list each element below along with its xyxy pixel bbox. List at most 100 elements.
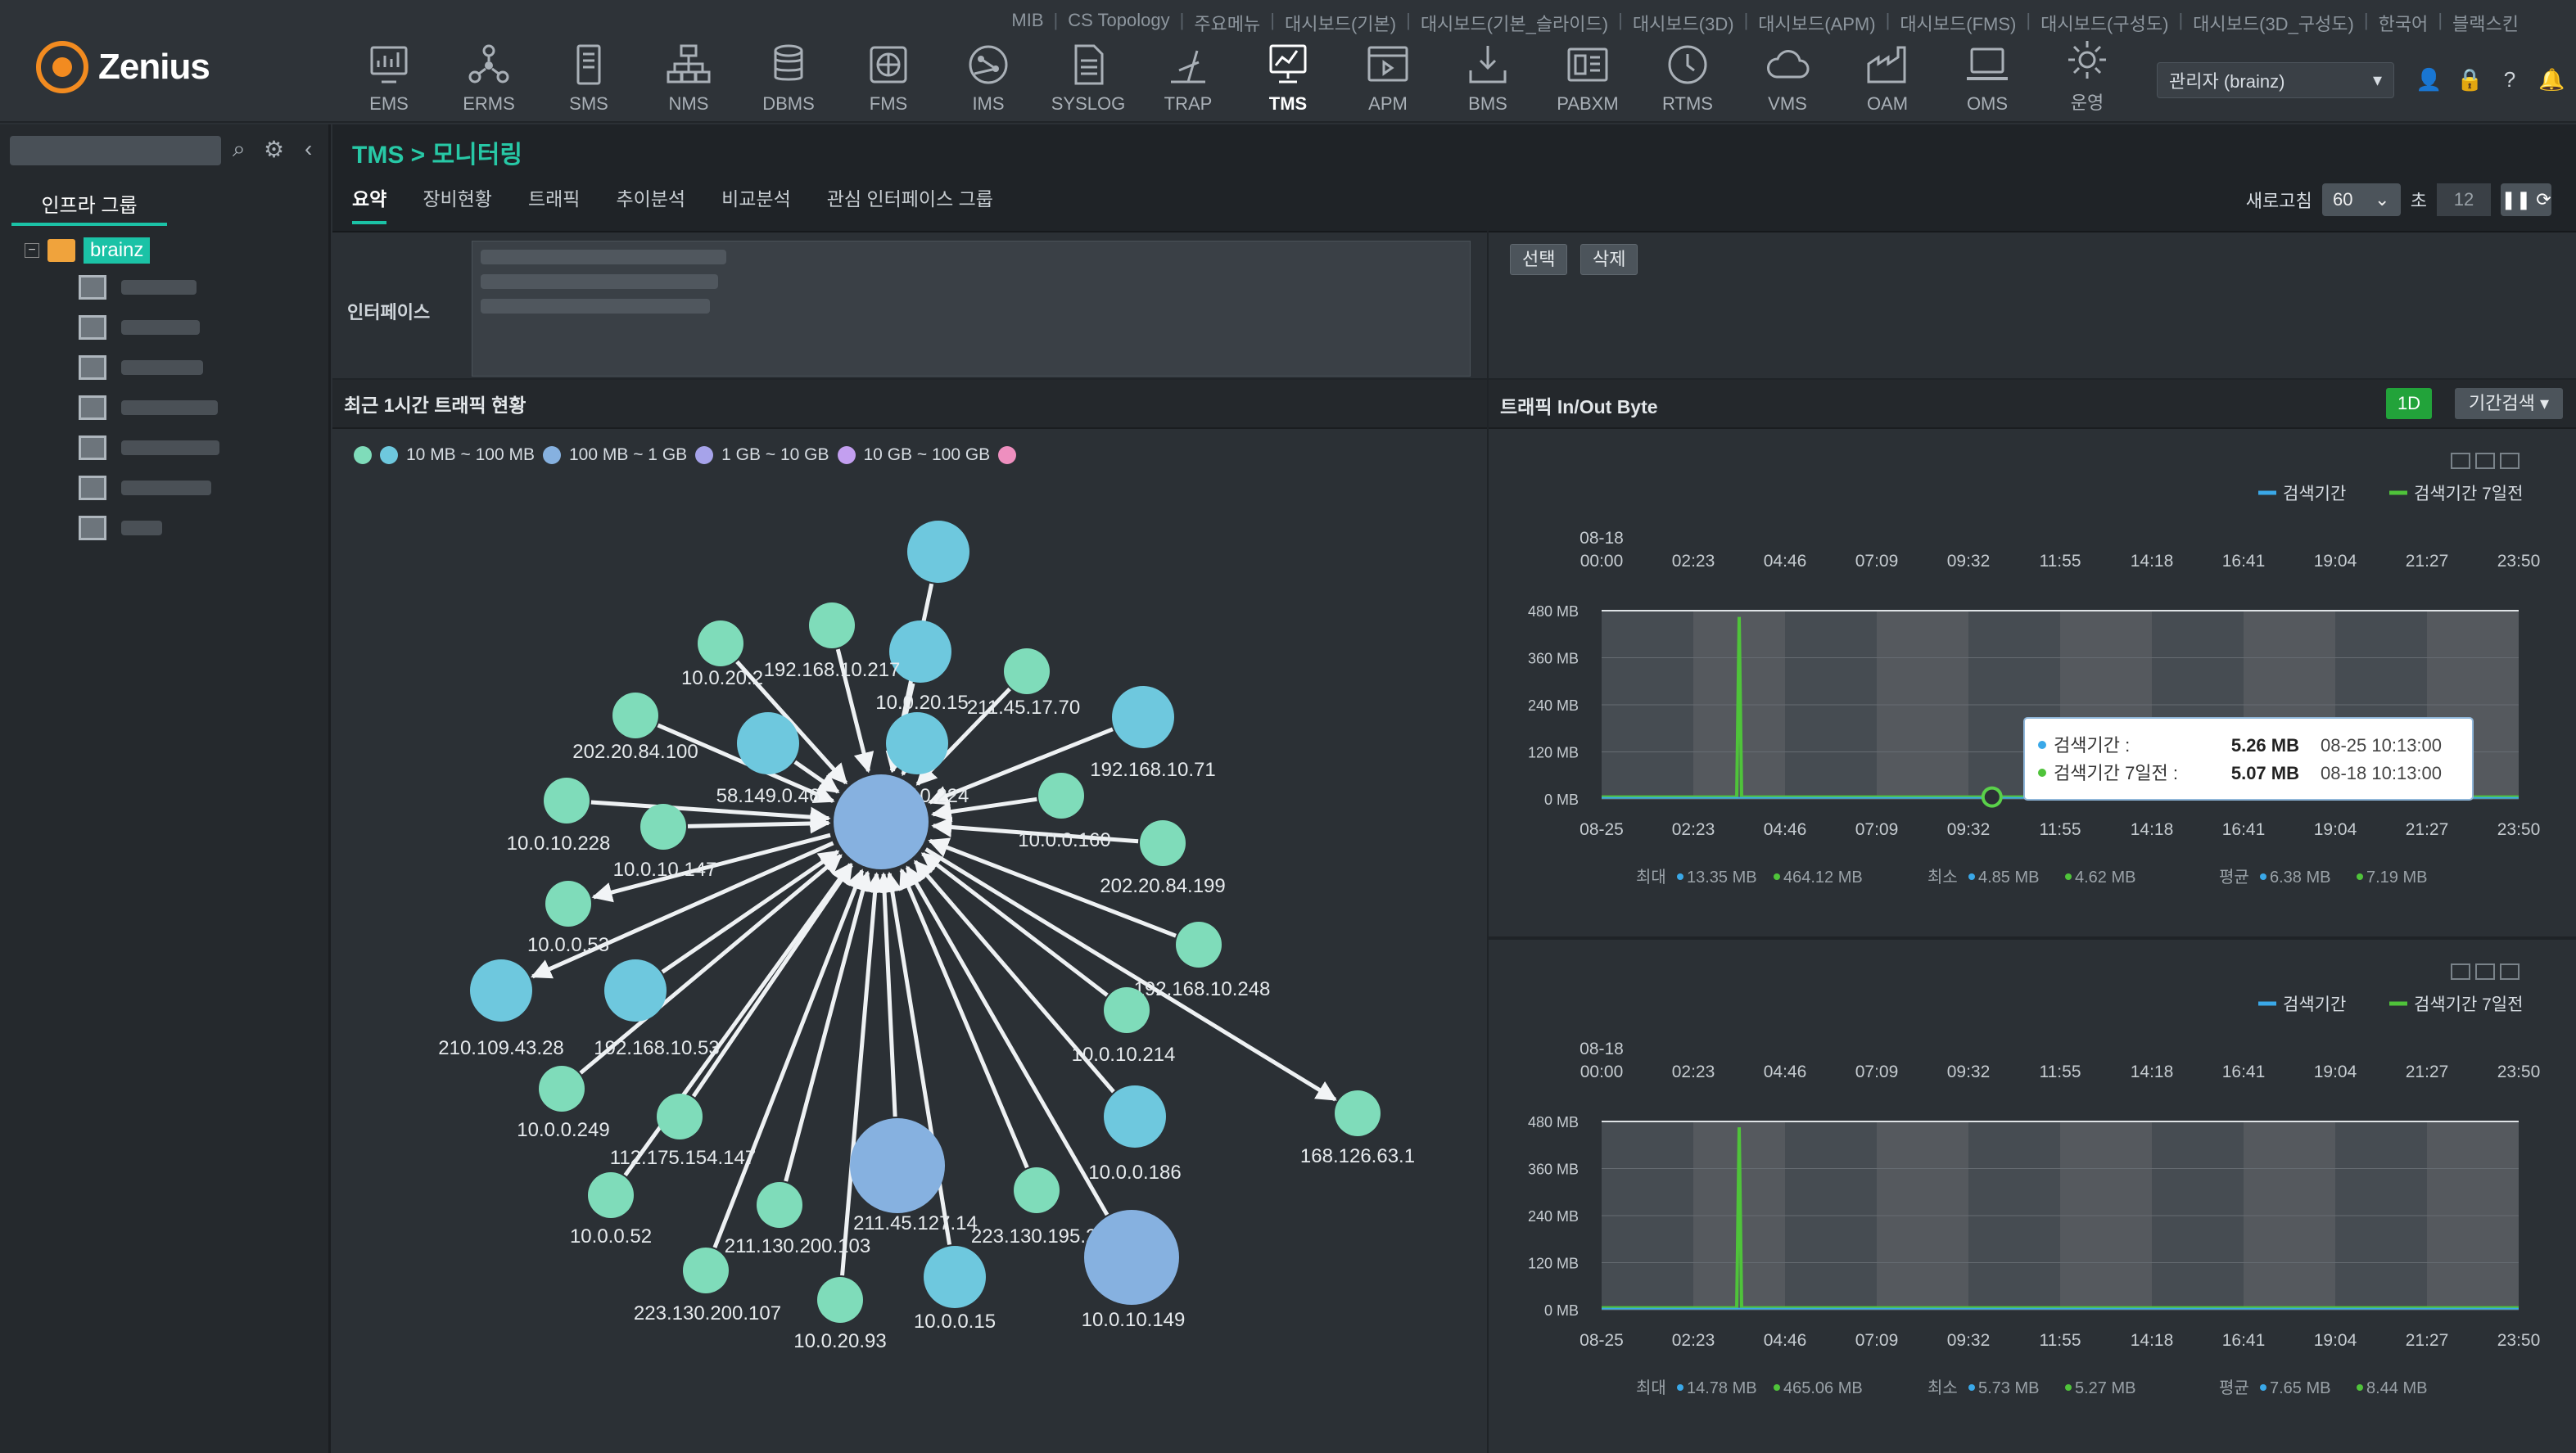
sidebar-search-input[interactable] — [10, 136, 221, 165]
traffic-node[interactable] — [1038, 773, 1084, 819]
tree-item[interactable] — [25, 307, 219, 347]
search-icon[interactable]: ⌕ — [233, 136, 246, 163]
tree-item[interactable] — [25, 267, 219, 307]
traffic-center-node[interactable] — [834, 774, 929, 869]
traffic-node[interactable] — [657, 1094, 703, 1139]
pause-button[interactable]: ❚❚ ⟳ — [2501, 183, 2551, 216]
tree-item[interactable] — [25, 467, 219, 508]
lock-icon[interactable]: 🔒 — [2456, 65, 2483, 93]
tab-3[interactable]: 추이분석 — [616, 183, 685, 224]
traffic-node[interactable] — [1004, 648, 1050, 694]
period-search-button[interactable]: 기간검색 ▾ — [2455, 388, 2563, 419]
menu-apm[interactable]: APM — [1338, 33, 1438, 115]
menu-vms[interactable]: VMS — [1738, 33, 1837, 115]
top-link[interactable]: 대시보드(3D_구성도) — [2193, 10, 2354, 36]
traffic-node[interactable] — [683, 1248, 729, 1293]
menu-ems[interactable]: EMS — [339, 33, 439, 115]
hover-point[interactable] — [1981, 786, 2003, 808]
menu-ims[interactable]: IMS — [938, 33, 1038, 115]
tree-item[interactable] — [25, 508, 219, 548]
traffic-node[interactable] — [698, 620, 743, 666]
tab-4[interactable]: 비교분석 — [721, 183, 791, 224]
traffic-node[interactable] — [907, 521, 969, 583]
traffic-node[interactable] — [640, 804, 686, 850]
menu-oam[interactable]: OAM — [1837, 33, 1937, 115]
traffic-node[interactable] — [757, 1182, 802, 1228]
traffic-network-graph[interactable]: 10.0.20.15 10.0.20.2 192.168.10.217 211.45.… — [332, 470, 1487, 1452]
tree-item[interactable] — [25, 387, 219, 427]
tree-item[interactable] — [25, 427, 219, 467]
tab-1[interactable]: 장비현황 — [423, 183, 492, 224]
split-icon[interactable] — [2475, 963, 2495, 980]
interface-list[interactable] — [472, 241, 1471, 377]
menu-sms[interactable]: SMS — [539, 33, 639, 115]
traffic-node[interactable] — [817, 1277, 863, 1323]
traffic-node[interactable] — [1335, 1090, 1381, 1136]
menu-tms[interactable]: TMS — [1238, 33, 1338, 115]
traffic-node[interactable] — [1140, 820, 1186, 866]
traffic-node[interactable] — [604, 959, 667, 1022]
print-icon[interactable] — [2500, 963, 2520, 980]
tree-root-label[interactable]: brainz — [84, 237, 151, 264]
user-icon[interactable]: 👤 — [2416, 65, 2442, 93]
traffic-node[interactable] — [809, 602, 855, 648]
traffic-node[interactable] — [612, 693, 658, 738]
delete-button[interactable]: 삭제 — [1580, 244, 1638, 275]
tree-root[interactable]: − brainz — [25, 234, 219, 267]
traffic-node[interactable] — [544, 778, 590, 824]
window-icon[interactable] — [2451, 963, 2470, 980]
traffic-node[interactable] — [470, 959, 532, 1022]
tree-item[interactable] — [25, 347, 219, 387]
app-logo[interactable]: Zenius — [36, 41, 210, 93]
menu-fms[interactable]: FMS — [838, 33, 938, 115]
traffic-node[interactable] — [1104, 987, 1150, 1033]
split-icon[interactable] — [2475, 453, 2495, 469]
traffic-node[interactable] — [1104, 1085, 1166, 1148]
menu-oms[interactable]: OMS — [1937, 33, 2037, 115]
interface-item[interactable] — [481, 299, 710, 314]
interface-item[interactable] — [481, 274, 718, 289]
collapse-tree-icon[interactable]: − — [25, 243, 39, 258]
traffic-node[interactable] — [545, 881, 591, 927]
interface-item[interactable] — [481, 250, 726, 264]
print-icon[interactable] — [2500, 453, 2520, 469]
select-button[interactable]: 선택 — [1510, 244, 1568, 275]
menu-rtms[interactable]: RTMS — [1638, 33, 1738, 115]
top-link[interactable]: 한국어 — [2379, 10, 2429, 36]
menu-nms[interactable]: NMS — [639, 33, 739, 115]
top-link[interactable]: 블랙스킨 — [2452, 10, 2519, 36]
user-select[interactable]: 관리자 (brainz) ▾ — [2157, 62, 2394, 98]
gear-icon[interactable]: ⚙ — [264, 136, 284, 163]
traffic-node[interactable] — [1176, 922, 1222, 968]
menu-운영[interactable]: 운영 — [2037, 33, 2137, 115]
traffic-node[interactable] — [1014, 1167, 1060, 1213]
traffic-node[interactable] — [1112, 686, 1174, 748]
tab-5[interactable]: 관심 인터페이스 그룹 — [827, 183, 993, 224]
menu-dbms[interactable]: DBMS — [739, 33, 838, 115]
menu-erms[interactable]: ERMS — [439, 33, 539, 115]
tab-2[interactable]: 트래픽 — [528, 183, 580, 224]
refresh-interval-select[interactable]: 60 ⌄ — [2321, 183, 2401, 216]
traffic-node[interactable] — [737, 712, 799, 774]
tab-infra-group[interactable]: 인프라 그룹 — [11, 188, 167, 226]
tab-0[interactable]: 요약 — [352, 183, 387, 224]
inout-chart-1[interactable]: 검색기간 검색기간 7일전 08-18 00:00 02:23 04:46 07:09 09:… — [1489, 429, 2576, 936]
traffic-node[interactable] — [886, 712, 948, 774]
collapse-icon[interactable]: ‹ — [305, 136, 312, 162]
traffic-node[interactable] — [1084, 1210, 1179, 1305]
traffic-node[interactable] — [924, 1246, 986, 1308]
traffic-node[interactable] — [539, 1066, 585, 1112]
help-icon[interactable]: ? — [2497, 65, 2522, 93]
bell-icon[interactable]: 🔔 — [2538, 65, 2565, 93]
menu-pabxm[interactable]: PABXM — [1538, 33, 1638, 115]
traffic-edge — [691, 863, 853, 1098]
menu-syslog[interactable]: SYSLOG — [1038, 33, 1138, 115]
period-1d-button[interactable]: 1D — [2386, 388, 2432, 419]
traffic-edge — [901, 753, 920, 777]
window-icon[interactable] — [2451, 453, 2470, 469]
inout-chart-2[interactable]: 검색기간 검색기간 7일전 08-18 00:00 02:23 04:46 07:09 09:… — [1489, 940, 2576, 1447]
traffic-node[interactable] — [588, 1172, 634, 1218]
menu-bms[interactable]: BMS — [1438, 33, 1538, 115]
traffic-node[interactable] — [850, 1118, 945, 1213]
menu-trap[interactable]: TRAP — [1138, 33, 1238, 115]
